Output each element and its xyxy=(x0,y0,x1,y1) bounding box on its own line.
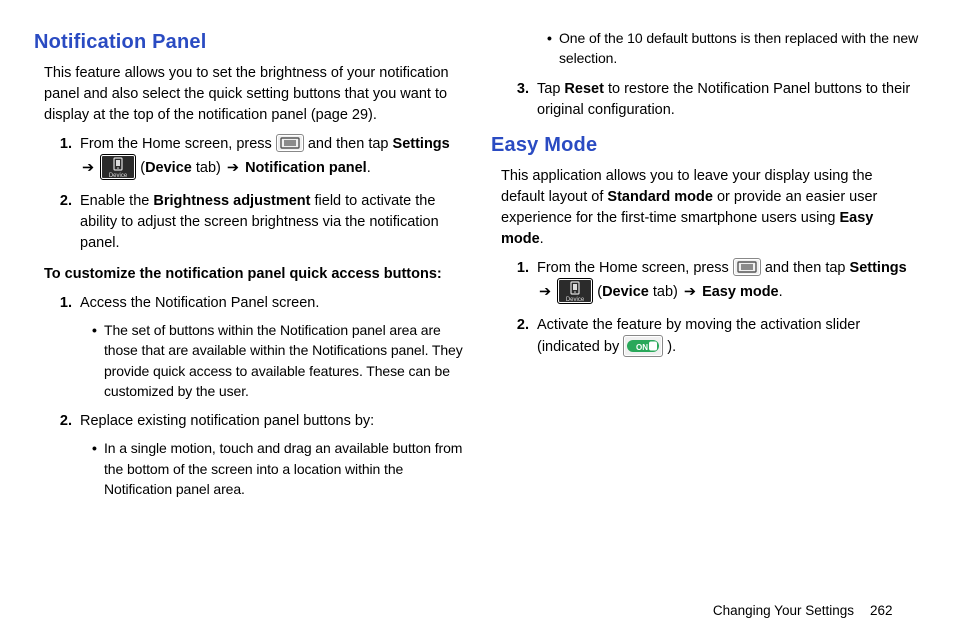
steps-list-a: From the Home screen, press and then tap… xyxy=(34,134,463,254)
toggle-on-icon: ON xyxy=(623,335,663,357)
subheading-customize: To customize the notification panel quic… xyxy=(44,264,463,285)
period: . xyxy=(779,284,783,300)
page-footer: Changing Your Settings262 xyxy=(34,597,920,618)
device-tab-icon: Device xyxy=(100,154,136,180)
device-icon-label: Device xyxy=(566,297,585,303)
tab-word: tab) xyxy=(192,160,225,176)
section-heading-easy-mode: Easy Mode xyxy=(491,131,920,160)
device-icon-label: Device xyxy=(109,173,128,179)
step-text: ). xyxy=(667,339,676,355)
menu-button-icon xyxy=(276,134,304,152)
tab-word: tab) xyxy=(649,284,682,300)
arrow-icon: ➔ xyxy=(682,284,702,300)
step-b2: Replace existing notification panel butt… xyxy=(76,411,463,499)
steps-list-b: Access the Notification Panel screen. Th… xyxy=(34,293,463,499)
intro-text: . xyxy=(540,231,544,247)
step-bold: Brightness adjustment xyxy=(153,193,310,209)
device-tab-label: Device xyxy=(145,160,192,176)
step-text: From the Home screen, press xyxy=(537,260,733,276)
sub-bullets: The set of buttons within the Notificati… xyxy=(80,320,463,401)
step-text: Activate the feature by moving the activ… xyxy=(537,317,860,355)
step-2: Enable the Brightness adjustment field t… xyxy=(76,191,463,254)
step-text: Replace existing notification panel butt… xyxy=(80,413,374,429)
section-heading-notification-panel: Notification Panel xyxy=(34,28,463,57)
intro-bold: Standard mode xyxy=(607,189,713,205)
step-1: From the Home screen, press and then tap… xyxy=(76,134,463,181)
right-column: One of the 10 default buttons is then re… xyxy=(491,28,920,597)
arrow-icon: ➔ xyxy=(225,160,245,176)
step-text: and then tap xyxy=(308,136,393,152)
step-text: and then tap xyxy=(765,260,850,276)
easy-mode-intro: This application allows you to leave you… xyxy=(491,166,920,250)
step-text: Enable the xyxy=(80,193,153,209)
step-text: From the Home screen, press xyxy=(80,136,276,152)
settings-label: Settings xyxy=(850,260,907,276)
continuation-bullets: One of the 10 default buttons is then re… xyxy=(491,28,920,69)
steps-list-c: Tap Reset to restore the Notification Pa… xyxy=(491,79,920,121)
two-column-layout: Notification Panel This feature allows y… xyxy=(34,28,920,597)
arrow-icon: ➔ xyxy=(537,284,557,300)
settings-label: Settings xyxy=(393,136,450,152)
bullet-item: The set of buttons within the Notificati… xyxy=(92,320,463,401)
page-number: 262 xyxy=(854,603,914,618)
device-tab-label: Device xyxy=(602,284,649,300)
intro-paragraph: This feature allows you to set the brigh… xyxy=(34,63,463,126)
step-b1: Access the Notification Panel screen. Th… xyxy=(76,293,463,401)
left-column: Notification Panel This feature allows y… xyxy=(34,28,463,597)
sub-bullets: In a single motion, touch and drag an av… xyxy=(80,438,463,499)
menu-button-icon xyxy=(733,258,761,276)
period: . xyxy=(367,160,371,176)
manual-page: Notification Panel This feature allows y… xyxy=(0,0,954,636)
step-bold: Reset xyxy=(564,81,604,97)
target-label: Easy mode xyxy=(702,284,779,300)
step-d1: From the Home screen, press and then tap… xyxy=(533,258,920,305)
arrow-icon: ➔ xyxy=(80,160,100,176)
footer-section: Changing Your Settings xyxy=(713,603,854,618)
bullet-item: In a single motion, touch and drag an av… xyxy=(92,438,463,499)
step-text: Access the Notification Panel screen. xyxy=(80,295,319,311)
bullet-item: One of the 10 default buttons is then re… xyxy=(547,28,920,69)
steps-list-d: From the Home screen, press and then tap… xyxy=(491,258,920,358)
step-c3: Tap Reset to restore the Notification Pa… xyxy=(533,79,920,121)
target-label: Notification panel xyxy=(245,160,367,176)
step-d2: Activate the feature by moving the activ… xyxy=(533,315,920,358)
toggle-on-label: ON xyxy=(636,343,648,352)
step-text: Tap xyxy=(537,81,564,97)
device-tab-icon: Device xyxy=(557,278,593,304)
